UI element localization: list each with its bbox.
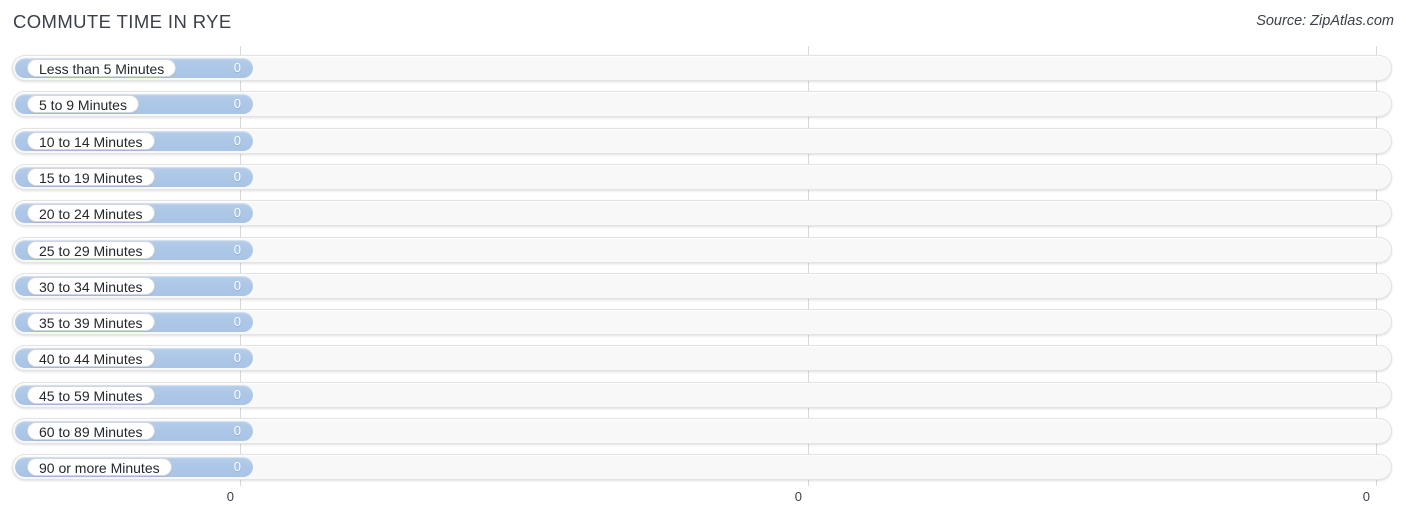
bar-value-label: 0 xyxy=(233,386,241,402)
bar-value-label: 0 xyxy=(233,168,241,184)
chart-header: COMMUTE TIME IN RYE Source: ZipAtlas.com xyxy=(0,0,1406,46)
bar-row[interactable]: 0 60 to 89 Minutes xyxy=(12,418,1392,444)
bar-category-label: 40 to 44 Minutes xyxy=(27,349,155,368)
bar-category-label: 10 to 14 Minutes xyxy=(27,131,155,150)
bar-category-label: 60 to 89 Minutes xyxy=(27,422,155,440)
bar-row[interactable]: 0 30 to 34 Minutes xyxy=(12,272,1392,299)
chart-plot-area: 0 Less than 5 Minutes 0 5 to 9 Minutes 0 10 t… xyxy=(0,46,1406,486)
bar-row[interactable]: 0 Less than 5 Minutes xyxy=(12,55,1392,81)
bar-row[interactable]: 0 45 to 59 Minutes xyxy=(12,381,1392,408)
bar-value-label: 0 xyxy=(233,350,241,366)
bar-row[interactable]: 0 90 or more Minutes xyxy=(12,454,1392,481)
source-attribution: Source: ZipAtlas.com xyxy=(1256,13,1394,29)
bar-value-label: 0 xyxy=(233,241,241,257)
x-axis-tick-label: 0 xyxy=(1362,489,1370,504)
bar-category-label: 5 to 9 Minutes xyxy=(27,95,139,114)
bar-category-label: 20 to 24 Minutes xyxy=(27,204,155,223)
bar-category-label: Less than 5 Minutes xyxy=(27,59,177,77)
bar-value-label: 0 xyxy=(233,60,241,75)
bar-value-label: 0 xyxy=(233,459,241,475)
bar-category-label: 15 to 19 Minutes xyxy=(27,167,155,186)
bar-row[interactable]: 0 15 to 19 Minutes xyxy=(12,163,1392,190)
bar-category-label: 90 or more Minutes xyxy=(27,458,172,477)
bar-row[interactable]: 0 35 to 39 Minutes xyxy=(12,309,1392,336)
bar-row[interactable]: 0 10 to 14 Minutes xyxy=(12,127,1392,154)
x-axis-tick-label: 0 xyxy=(794,489,802,504)
bar-row[interactable]: 0 20 to 24 Minutes xyxy=(12,200,1392,227)
bar-category-label: 35 to 39 Minutes xyxy=(27,313,155,332)
bar-category-label: 30 to 34 Minutes xyxy=(27,276,155,295)
bar-row[interactable]: 0 40 to 44 Minutes xyxy=(12,345,1392,372)
bar-row[interactable]: 0 5 to 9 Minutes xyxy=(12,91,1392,118)
bar-value-label: 0 xyxy=(233,423,241,438)
x-axis: 0 0 0 xyxy=(0,486,1406,524)
bar-value-label: 0 xyxy=(233,96,241,112)
bar-row[interactable]: 0 25 to 29 Minutes xyxy=(12,236,1392,263)
bar-value-label: 0 xyxy=(233,132,241,148)
bar-value-label: 0 xyxy=(233,205,241,221)
x-axis-tick-label: 0 xyxy=(226,489,234,504)
bar-value-label: 0 xyxy=(233,277,241,293)
bar-value-label: 0 xyxy=(233,314,241,330)
page-title: COMMUTE TIME IN RYE xyxy=(13,11,232,32)
bar-category-label: 25 to 29 Minutes xyxy=(27,240,155,259)
bar-category-label: 45 to 59 Minutes xyxy=(27,385,155,404)
